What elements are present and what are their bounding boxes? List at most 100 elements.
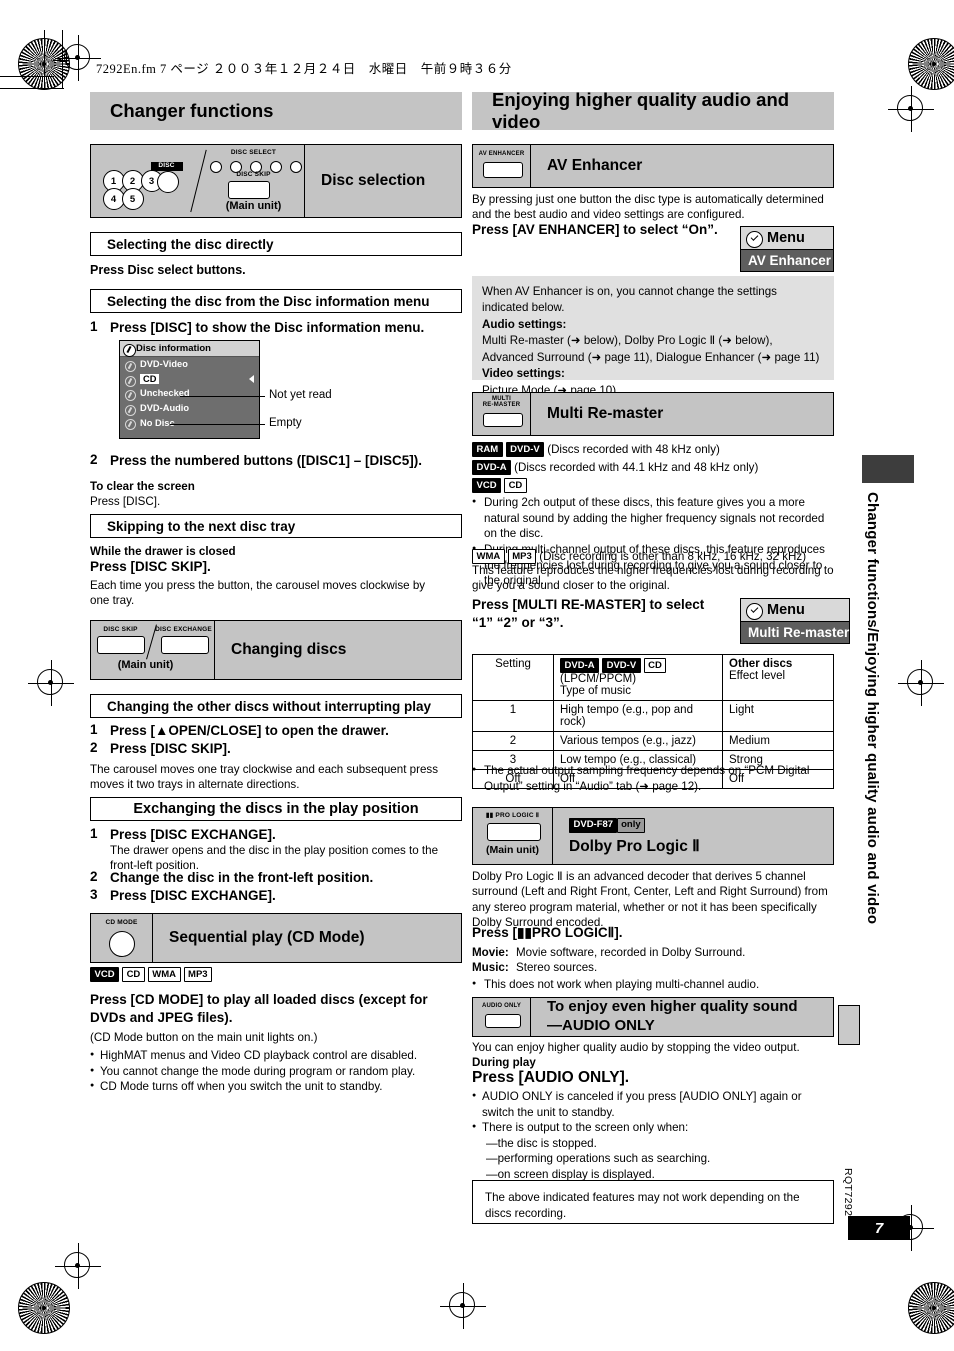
document-code: RQT7292 (842, 1168, 854, 1217)
heading-selecting-from-menu: Selecting the disc from the Disc informa… (90, 289, 462, 313)
menu-badge-multi-remaster: Menu Multi Re-master 1 (740, 598, 861, 644)
side-gray-tab (838, 1005, 860, 1045)
heading-exchanging-discs-text: Exchanging the discs in the play positio… (133, 801, 419, 817)
osd-row-dvd-audio[interactable]: DVD-Audio (120, 401, 259, 416)
changing-discs-diagram: DISC SKIP DISC EXCHANGE (Main unit) (91, 621, 215, 679)
multi-remaster-caption: MULTI RE-MASTER (482, 396, 521, 409)
heading-changing-other-discs: Changing the other discs without interru… (90, 694, 462, 718)
banner-left-text: Changer functions (110, 100, 274, 121)
disc-round-button[interactable] (156, 171, 179, 193)
av-enhancer-title: AV Enhancer (547, 157, 643, 175)
crop-corner-tl2-h (0, 88, 64, 90)
cell-music: High tempo (e.g., pop and rock) (553, 700, 723, 733)
text-while-drawer-closed: While the drawer is closed (90, 545, 236, 558)
multi-remaster-footnote-list: The actual output sampling frequency dep… (472, 763, 834, 794)
regmark-tr (888, 86, 934, 132)
disc-button-5[interactable]: 5 (121, 188, 144, 210)
changing-discs-title: Changing discs (231, 641, 347, 659)
mm-chip-line-3: VCD CD (472, 478, 530, 494)
disc-icon (125, 361, 136, 372)
step-number-3c: 3 (90, 887, 98, 902)
text-press-disc-select-buttons: Press Disc select buttons. (90, 263, 246, 277)
regmark-ml (28, 660, 74, 706)
av-enhancer-button[interactable] (482, 162, 523, 178)
disc-chip: RAM (472, 442, 503, 458)
section-banner-changer-functions: Changer functions (90, 92, 462, 130)
dolby-diagram: ▮▮ PRO LOGIC Ⅱ (Main unit) (473, 808, 553, 864)
osd-row-cd[interactable]: CD (120, 372, 259, 387)
disc-select-caption: DISC SELECT (230, 149, 277, 156)
disc-skip-button-2[interactable] (96, 636, 145, 654)
audio-only-bullet2-wrap: There is output to the screen only when:… (472, 1120, 834, 1183)
disc-chip: CD (643, 658, 667, 674)
multi-remaster-button[interactable] (482, 413, 523, 427)
disc-button-5-label: 5 (129, 193, 136, 205)
disc-chip: MP3 (183, 967, 213, 983)
feature-box-changing-discs: DISC SKIP DISC EXCHANGE (Main unit) Chan… (90, 620, 462, 680)
note-audio-label: Audio settings: (482, 317, 567, 331)
dolby-button-caption: ▮▮ PRO LOGIC Ⅱ (485, 812, 540, 819)
diagram-divider (189, 149, 207, 213)
feature-box-multi-remaster: MULTI RE-MASTER Multi Re-master (472, 392, 834, 436)
disc-skip-button[interactable] (227, 181, 270, 199)
audio-only-bullet-list: AUDIO ONLY is canceled if you press [AUD… (472, 1089, 834, 1120)
cell-setting: 2 (472, 731, 554, 752)
side-black-block (862, 455, 914, 483)
banner-right-text: Enjoying higher quality audio and video (492, 89, 790, 132)
callout-not-yet-read: Not yet read (269, 389, 332, 401)
text-press-av-enhancer: Press [AV ENHANCER] to select “On”. (472, 222, 718, 237)
chip-caption: (Discs recorded with 48 kHz only) (547, 442, 720, 456)
text-other-discs-body: The carousel moves one tray clockwise an… (90, 763, 438, 792)
audio-only-footer-text: The above indicated features may not wor… (485, 1191, 800, 1221)
bullet-item: AUDIO ONLY is canceled if you press [AUD… (472, 1089, 834, 1120)
text-press-multi-remaster: Press [MULTI RE-MASTER] to select “1” “2… (472, 597, 705, 630)
disc-exchange-caption: DISC EXCHANGE (155, 626, 212, 633)
cell-effect: Medium (722, 731, 834, 752)
step-text-3c: Press [DISC EXCHANGE]. (110, 888, 276, 903)
osd-row-no-disc[interactable]: No Disc (120, 415, 259, 431)
osd-title-bar: Disc information (120, 341, 259, 357)
label-to-clear-screen: To clear the screen (90, 480, 195, 493)
disc-exchange-button[interactable] (160, 636, 209, 654)
cell-music: Various tempos (e.g., jazz) (553, 731, 723, 752)
audio-only-button[interactable] (484, 1014, 521, 1028)
step-number-1c: 1 (90, 826, 98, 841)
cd-mode-button[interactable] (108, 931, 135, 957)
chip-caption: (Disc recording is other than 8 kHz, 16 … (539, 549, 807, 563)
audio-only-title-cell: To enjoy even higher quality sound —AUDI… (531, 998, 833, 1036)
heading-selecting-disc-directly: Selecting the disc directly (90, 232, 462, 256)
manual-page: 7292En.fm 7 ページ ２００３年１２月２４日 水曜日 午前９時３６分 … (0, 0, 954, 1351)
disc-chip: CD (504, 478, 527, 494)
text-press-audio-only: Press [AUDIO ONLY]. (472, 1069, 630, 1086)
audio-only-title-line1: To enjoy even higher quality sound (547, 998, 798, 1016)
bullet-item: During 2ch output of these discs, this f… (472, 495, 834, 542)
dolby-pro-logic-button[interactable] (486, 823, 541, 841)
chevron-left-icon (249, 374, 254, 383)
table-header-music-sub: Type of music (560, 685, 631, 698)
cell-effect: Light (722, 700, 834, 733)
osd-row-dvd-video[interactable]: DVD-Video (120, 357, 259, 372)
disc-chip: VCD (472, 478, 502, 494)
bullet-item: HighMAT menus and Video CD playback cont… (90, 1048, 450, 1064)
osd-row-label: DVD-Video (140, 359, 188, 370)
text-audio-only-body: You can enjoy higher quality audio by st… (472, 1041, 800, 1054)
section-banner-enjoying-quality: Enjoying higher quality audio and video (472, 89, 834, 132)
dolby-bullet-list: This does not work when playing multi-ch… (472, 977, 834, 993)
dolby-title-cell: DVD-F87 only Dolby Pro Logic Ⅱ (553, 808, 833, 864)
note-line1: When AV Enhancer is on, you cannot chang… (482, 285, 777, 315)
osd-row-unchecked[interactable]: Unchecked (120, 386, 259, 402)
disc-button-2-label: 2 (129, 175, 136, 187)
text-wma-body: This feature reproduces the higher frequ… (472, 564, 834, 593)
registration-star-bottom-right (908, 1282, 954, 1334)
disc-skip-caption-2: DISC SKIP (103, 626, 138, 633)
heading-skipping-next-tray-text: Skipping to the next disc tray (107, 518, 296, 534)
audio-only-diagram: AUDIO ONLY (473, 998, 531, 1036)
chip-caption: (Discs recorded with 44.1 kHz and 48 kHz… (514, 460, 759, 474)
menu-badge-top-text: Menu (767, 230, 805, 246)
audio-only-title-line2: —AUDIO ONLY (547, 1017, 655, 1034)
audio-only-caption: AUDIO ONLY (481, 1003, 522, 1009)
dolby-bullets-wrap: This does not work when playing multi-ch… (472, 977, 834, 993)
audio-only-bullets-wrap: AUDIO ONLY is canceled if you press [AUD… (472, 1089, 834, 1120)
menu-badge-bottom: AV Enhancer On (741, 249, 854, 271)
disc-chip: DVD-V (505, 442, 545, 458)
